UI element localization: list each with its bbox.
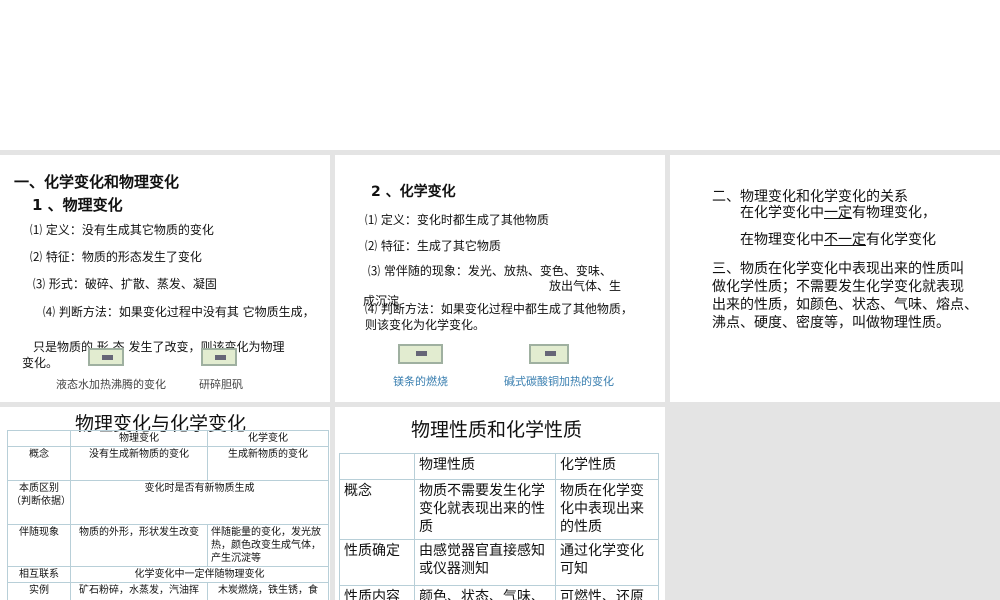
- cell: 矿石粉碎，水蒸发，汽油挥: [70, 582, 208, 600]
- emphasis: 不一定: [824, 232, 866, 248]
- caption-copper[interactable]: 碱式碳酸铜加热的变化: [504, 373, 614, 389]
- line: 做化学性质；不需要发生化学变化就表现: [712, 279, 964, 295]
- item-judge-cont: 只是物质的 形 态 发生了改变，则该变化为物理: [33, 340, 285, 354]
- cell: 物质的外形，形状发生改变: [70, 524, 208, 567]
- cell: 变化时是否有新物质生成: [70, 480, 329, 525]
- subheading: 2 、化学变化: [371, 184, 456, 200]
- item-form: ⑶ 形式：破碎、扩散、蒸发、凝固: [33, 277, 217, 291]
- cell: 通过化学变化可知: [555, 539, 659, 586]
- slide-property-table[interactable]: 物理性质和化学性质 物理性质 化学性质 概念 物质不需要发生化学变化就表现出来的性质…: [335, 407, 665, 600]
- subheading: 1 、物理变化: [32, 196, 123, 214]
- item-feature: ⑵ 特征：物质的形态发生了变化: [30, 250, 202, 264]
- cell: 物质不需要发生化学变化就表现出来的性质: [414, 479, 556, 540]
- text: 有化学变化: [866, 232, 936, 248]
- change-table: 物理变化 化学变化 概念 没有生成新物质的变化 生成新物质的变化 本质区别（判断依据）…: [7, 430, 329, 600]
- item-phenomena-cont: 放出气体、生: [549, 279, 622, 293]
- slide-chemical-change[interactable]: 2 、化学变化 ⑴ 定义：变化时都生成了其他物质 ⑵ 特征：生成了其它物质 ⑶ …: [335, 155, 665, 402]
- header-cell: 物理变化: [70, 430, 208, 447]
- cell: 生成新物质的变化: [207, 446, 329, 481]
- header-cell: 化学性质: [555, 453, 659, 480]
- line: 三、物质在化学变化中表现出来的性质叫: [712, 261, 964, 277]
- relation-line-2: 在物理变化中不一定有化学变化: [740, 229, 936, 249]
- item-definition: ⑴ 定义：没有生成其它物质的变化: [30, 223, 214, 237]
- table-title: 物理性质和化学性质: [411, 419, 583, 441]
- item-judge-end: 变化。: [22, 356, 59, 370]
- text: 有物理变化，: [852, 205, 936, 221]
- row-label: 概念: [339, 479, 415, 540]
- cell: 物质在化学变化中表现出来的性质: [555, 479, 659, 540]
- video-camera-icon: [416, 351, 427, 356]
- header-cell: 化学变化: [207, 430, 329, 447]
- cell: 木炭燃烧，铁生锈，食: [207, 582, 329, 600]
- caption-boiling[interactable]: 液态水加热沸腾的变化: [56, 376, 166, 392]
- cell: 伴随能量的变化，发光放热，颜色改变生成气体，产生沉淀等: [207, 524, 329, 567]
- video-camera-icon: [545, 351, 556, 356]
- emphasis: 一定: [824, 205, 852, 221]
- header-cell: 物理性质: [414, 453, 556, 480]
- row-label: 性质内容: [339, 585, 415, 600]
- video-button-1[interactable]: [88, 348, 124, 366]
- slide-change-table[interactable]: 物理变化与化学变化 物理变化 化学变化 概念 没有生成新物质的变化 生成新物质的变化 …: [0, 407, 330, 600]
- caption-magnesium[interactable]: 镁条的燃烧: [393, 373, 448, 389]
- property-table: 物理性质 化学性质 概念 物质不需要发生化学变化就表现出来的性质 物质在化学变化中表现…: [339, 453, 659, 600]
- header-cell: [339, 453, 415, 480]
- caption-grind[interactable]: 研碎胆矾: [199, 376, 243, 392]
- relation-line-1: 在化学变化中一定有物理变化，: [740, 202, 936, 222]
- slide-physical-change[interactable]: 一、化学变化和物理变化 1 、物理变化 ⑴ 定义：没有生成其它物质的变化 ⑵ 特…: [0, 155, 330, 402]
- video-button-1[interactable]: [398, 344, 443, 364]
- header-cell: [7, 430, 71, 447]
- video-camera-icon: [215, 355, 226, 360]
- row-label: 实例: [7, 582, 71, 600]
- row-label: 伴随现象: [7, 524, 71, 567]
- row-label: 本质区别（判断依据）: [7, 480, 71, 525]
- video-button-2[interactable]: [201, 348, 237, 366]
- row-label: 相互联系: [7, 566, 71, 583]
- cell: 没有生成新物质的变化: [70, 446, 208, 481]
- item-judge-cont: 则该变化为化学变化。: [365, 318, 486, 332]
- cell: 由感觉器官直接感知或仪器测知: [414, 539, 556, 586]
- row-label: 概念: [7, 446, 71, 481]
- video-button-2[interactable]: [529, 344, 569, 364]
- heading: 一、化学变化和物理变化: [14, 173, 180, 191]
- slide-relationship[interactable]: 二、物理变化和化学变化的关系 在化学变化中一定有物理变化， 在物理变化中不一定有…: [670, 155, 1000, 402]
- line: 沸点、硬度、密度等，叫做物理性质。: [712, 315, 950, 331]
- text: 在化学变化中: [740, 205, 824, 221]
- cell: 可燃性、还原: [555, 585, 659, 600]
- item-judge: ⑷ 判断方法：如果变化过程中都生成了其他物质，: [365, 302, 633, 316]
- row-label: 性质确定: [339, 539, 415, 586]
- properties-paragraph: 三、物质在化学变化中表现出来的性质叫 做化学性质；不需要发生化学变化就表现 出来…: [712, 260, 978, 332]
- cell: 化学变化中一定伴随物理变化: [70, 566, 329, 583]
- item-feature: ⑵ 特征：生成了其它物质: [365, 239, 501, 253]
- text: 在物理变化中: [740, 232, 824, 248]
- item-definition: ⑴ 定义：变化时都生成了其他物质: [365, 213, 549, 227]
- cell: 颜色、状态、气味、: [414, 585, 556, 600]
- video-camera-icon: [102, 355, 113, 360]
- line: 出来的性质，如颜色、状态、气味、熔点、: [712, 297, 978, 313]
- item-judge: ⑷ 判断方法：如果变化过程中没有其 它物质生成，: [43, 305, 315, 319]
